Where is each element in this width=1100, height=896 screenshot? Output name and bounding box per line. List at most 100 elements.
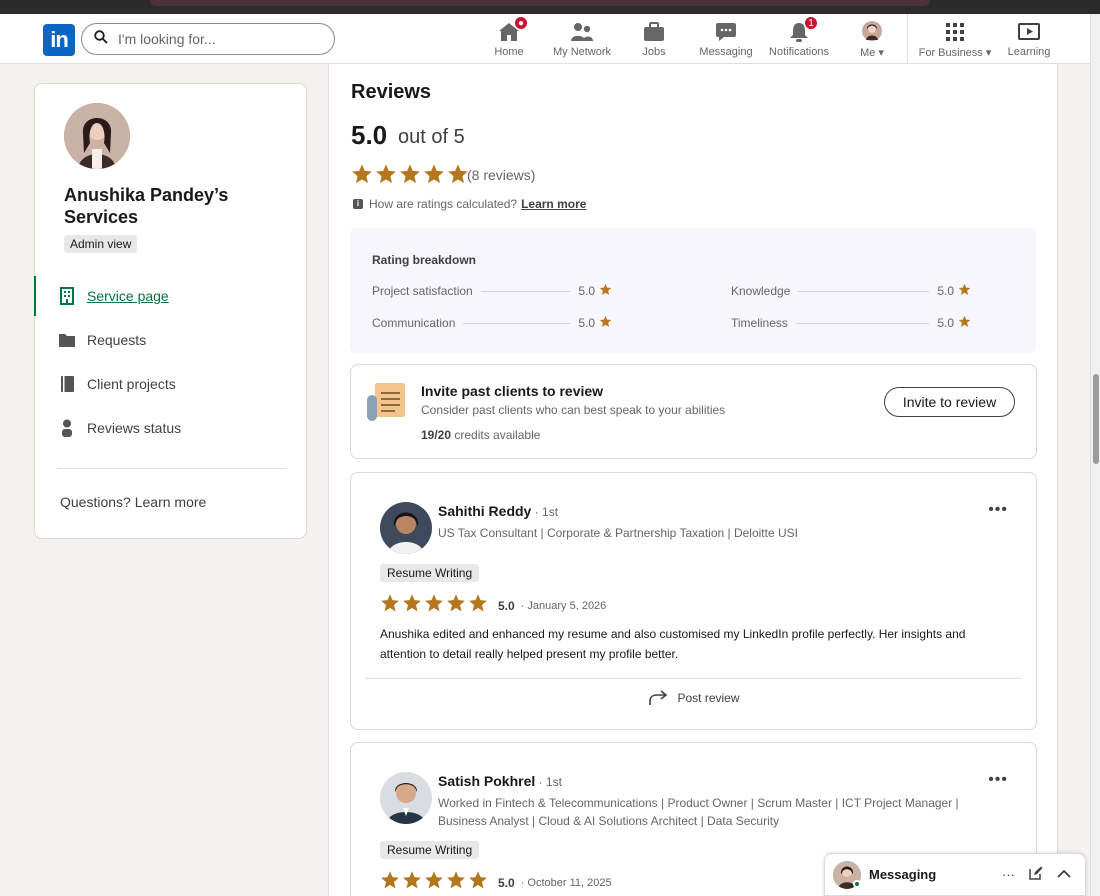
breakdown-title: Rating breakdown <box>372 253 477 267</box>
nav-me[interactable]: Me ▾ <box>857 20 887 60</box>
chevron-up-icon[interactable] <box>1057 867 1071 882</box>
star-icon <box>380 593 400 618</box>
home-icon: ● <box>498 16 528 42</box>
nav-label: Messaging <box>699 46 753 58</box>
credits-count: 19/20 <box>421 428 452 442</box>
breakdown-line <box>480 290 571 292</box>
reviewer-avatar[interactable] <box>380 772 432 824</box>
profile-avatar[interactable] <box>64 103 130 169</box>
reviewer-name-row: Satish Pokhrel · 1st <box>438 773 562 789</box>
breakdown-label: Communication <box>372 316 456 330</box>
nav-notifications[interactable]: 1 Notifications <box>768 16 830 60</box>
caret-down-icon: ▾ <box>985 47 992 59</box>
compose-icon[interactable] <box>1029 866 1043 883</box>
dock-label: Messaging <box>869 867 937 882</box>
briefcase-icon <box>643 20 665 42</box>
post-review-label: Post review <box>677 691 740 705</box>
linkedin-logo[interactable]: in <box>43 24 75 56</box>
nav-label: Learning <box>1007 46 1051 58</box>
scrollbar-thumb[interactable] <box>1093 374 1099 464</box>
page-scrollbar[interactable] <box>1090 14 1100 896</box>
sidebar-item-label: Service page <box>87 288 169 304</box>
breakdown-value: 5.0 <box>937 316 954 330</box>
document-scroll-icon <box>365 381 409 423</box>
sidebar-item-reviews-status[interactable]: Reviews status <box>35 406 306 450</box>
star-icon <box>958 315 971 331</box>
reviews-heading: Reviews <box>351 81 432 103</box>
sidebar-item-service-page[interactable]: Service page <box>34 274 306 318</box>
nav-label: For Business ▾ <box>919 46 992 59</box>
breakdown-line <box>798 290 930 292</box>
post-review-button[interactable]: Post review <box>351 687 1038 709</box>
star-icon <box>424 593 444 618</box>
sidebar-item-label: Reviews status <box>87 420 182 436</box>
star-icon <box>599 315 612 331</box>
star-icon <box>424 870 444 895</box>
nav-my-network[interactable]: My Network <box>552 20 612 60</box>
star-icon <box>446 870 466 895</box>
reviewer-name[interactable]: Sahithi Reddy <box>438 503 531 519</box>
reviewer-name[interactable]: Satish Pokhrel <box>438 773 535 789</box>
nav-messaging[interactable]: Messaging <box>699 20 753 60</box>
review-stars-row: 5.0 · January 5, 2026 <box>380 593 606 618</box>
chat-bubble-icon <box>715 20 737 42</box>
me-avatar <box>861 20 883 42</box>
nav-learning[interactable]: Learning <box>1008 20 1050 60</box>
search-input[interactable] <box>118 31 318 47</box>
share-arrow-icon <box>649 690 668 705</box>
breakdown-row: Project satisfaction 5.0 <box>372 282 612 300</box>
nav-for-business[interactable]: For Business ▾ <box>919 20 991 60</box>
credits-text: credits available <box>451 428 541 442</box>
star-icon <box>402 593 422 618</box>
review-stars <box>380 593 488 618</box>
tab-strip-shape <box>150 0 930 6</box>
review-score: 5.0 <box>498 875 515 890</box>
bell-icon: 1 <box>788 16 818 42</box>
service-tag: Resume Writing <box>380 564 480 582</box>
breakdown-row: Timeliness 5.0 <box>731 314 971 332</box>
how-ratings-text: How are ratings calculated? <box>369 197 518 211</box>
book-icon <box>57 374 77 394</box>
more-options-icon[interactable]: ••• <box>988 771 1008 789</box>
grid-apps-icon <box>945 20 965 42</box>
for-business-label: For Business <box>918 47 983 59</box>
invite-to-review-button[interactable]: Invite to review <box>884 387 1015 417</box>
sidebar-nav: Service page Requests Client projects Re… <box>34 274 306 450</box>
sidebar-item-requests[interactable]: Requests <box>35 318 306 362</box>
people-icon <box>571 20 593 42</box>
star-icon <box>402 870 422 895</box>
star-icon <box>446 593 466 618</box>
online-status-dot <box>853 880 861 888</box>
overall-score: 5.0 <box>351 120 388 150</box>
sidebar-item-client-projects[interactable]: Client projects <box>35 362 306 406</box>
nav-home[interactable]: ● Home <box>494 16 528 60</box>
invite-subtitle: Consider past clients who can best speak… <box>421 403 726 417</box>
invite-title: Invite past clients to review <box>421 383 604 399</box>
reviewer-avatar[interactable] <box>380 502 432 554</box>
messaging-dock[interactable]: Messaging ··· <box>824 853 1086 896</box>
nav-jobs[interactable]: Jobs <box>641 20 667 60</box>
breakdown-row: Knowledge 5.0 <box>731 282 971 300</box>
building-icon <box>57 286 77 306</box>
more-options-icon[interactable]: ··· <box>1002 867 1015 882</box>
reviewer-name-row: Sahithi Reddy · 1st <box>438 503 558 519</box>
star-icon <box>468 593 488 618</box>
questions-learn-more-link[interactable]: Questions? Learn more <box>60 494 206 510</box>
breakdown-value: 5.0 <box>578 284 595 298</box>
star-icon <box>599 283 612 299</box>
star-icon <box>468 870 488 895</box>
learn-more-link[interactable]: Learn more <box>521 197 586 211</box>
star-icon <box>380 870 400 895</box>
review-stars <box>380 870 488 895</box>
review-date: · January 5, 2026 <box>520 599 607 612</box>
star-icon <box>958 283 971 299</box>
reviews-count: (8 reviews) <box>467 167 536 183</box>
reviewer-headline: US Tax Consultant | Corporate & Partners… <box>438 526 798 540</box>
search-box[interactable] <box>81 23 335 55</box>
nav-label: My Network <box>552 46 612 58</box>
breakdown-value: 5.0 <box>578 316 595 330</box>
global-nav: in ● Home My Network Jobs Messaging <box>0 14 1090 64</box>
connection-degree: · 1st <box>531 505 559 519</box>
breakdown-label: Project satisfaction <box>372 284 473 298</box>
more-options-icon[interactable]: ••• <box>988 501 1008 519</box>
